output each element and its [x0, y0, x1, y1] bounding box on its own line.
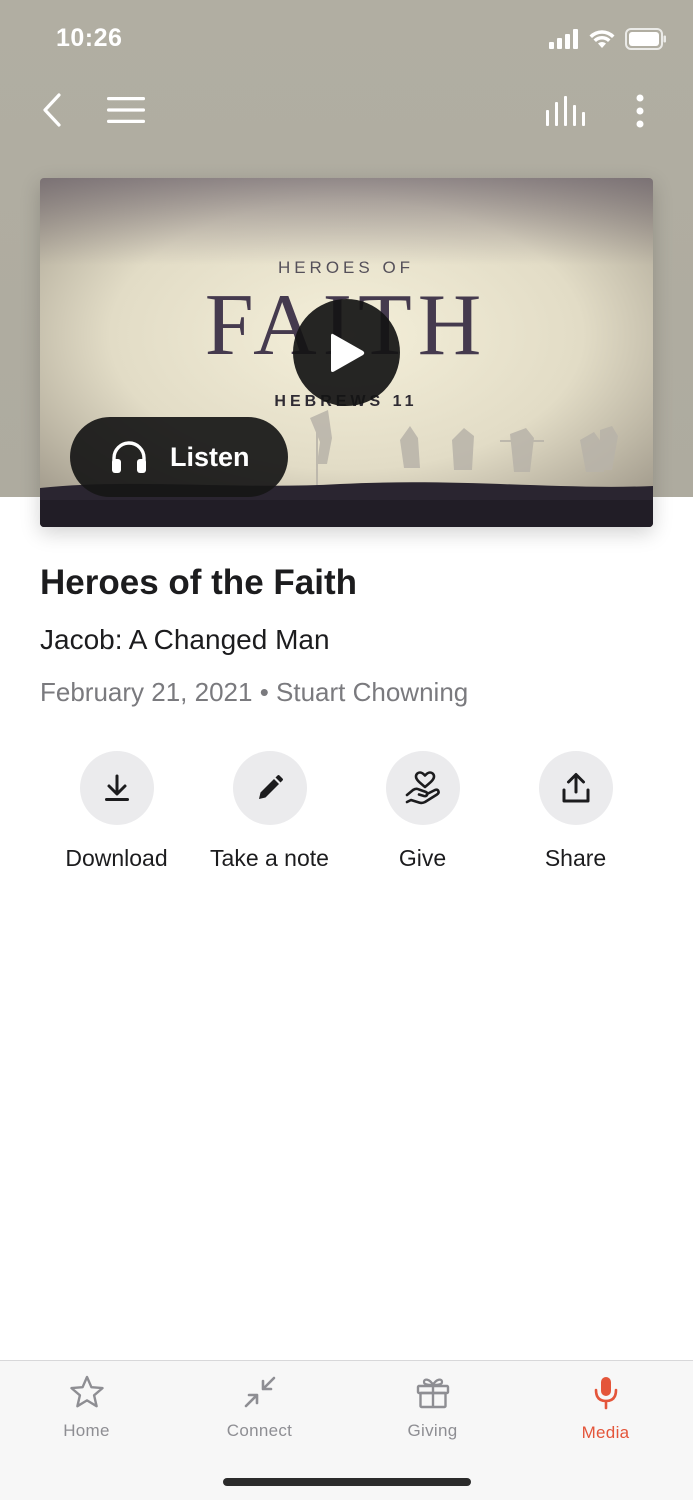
chevron-left-icon	[43, 93, 61, 127]
take-note-button-circle[interactable]	[232, 751, 307, 825]
share-icon	[562, 773, 589, 803]
audio-levels-icon	[546, 96, 585, 126]
give-heart-hand-icon	[405, 771, 440, 805]
take-note-label: Take a note	[210, 845, 329, 871]
listen-label: Listen	[170, 441, 250, 472]
sermon-artwork: HEROES OF FAITH HEBREWS 11 Listen	[40, 178, 653, 527]
wifi-icon	[589, 30, 615, 48]
back-button[interactable]	[30, 88, 74, 132]
tab-giving-label: Giving	[407, 1421, 458, 1440]
navigation-bar	[0, 78, 693, 144]
headphones-icon	[112, 441, 146, 473]
play-icon	[330, 333, 364, 372]
series-title: Heroes of the Faith	[40, 563, 357, 602]
artwork-kicker: HEROES OF	[278, 258, 414, 277]
share-label: Share	[544, 845, 607, 871]
sermon-title: Jacob: A Changed Man	[40, 624, 330, 655]
give-button-circle[interactable]	[385, 751, 460, 825]
more-options-button[interactable]	[620, 90, 660, 132]
download-button[interactable]: Download	[40, 751, 193, 872]
action-row: Download Take a note Give Share	[40, 751, 653, 881]
give-button[interactable]: Give	[346, 751, 499, 872]
tab-connect[interactable]: Connect	[173, 1375, 346, 1441]
home-indicator[interactable]	[223, 1478, 471, 1486]
tab-home-label: Home	[63, 1421, 110, 1440]
hamburger-menu-icon	[107, 97, 145, 123]
tab-giving[interactable]: Giving	[346, 1375, 519, 1441]
tab-home[interactable]: Home	[0, 1375, 173, 1441]
sermon-meta: February 21, 2021 • Stuart Chowning	[40, 677, 469, 707]
share-button-circle[interactable]	[538, 751, 613, 825]
microphone-icon	[594, 1377, 617, 1410]
battery-icon	[625, 28, 666, 50]
tab-media[interactable]: Media	[519, 1375, 692, 1443]
gift-icon	[416, 1378, 449, 1409]
star-icon	[69, 1375, 104, 1408]
give-label: Give	[398, 845, 447, 871]
tab-connect-label: Connect	[226, 1421, 293, 1440]
menu-button[interactable]	[104, 90, 148, 130]
share-button[interactable]: Share	[499, 751, 652, 872]
download-icon	[104, 774, 129, 801]
download-button-circle[interactable]	[79, 751, 154, 825]
cellular-signal-icon	[549, 29, 578, 49]
pencil-icon	[258, 775, 283, 799]
status-bar: 10:26	[0, 0, 693, 78]
connect-arrows-icon	[244, 1376, 275, 1408]
status-icons	[549, 28, 667, 50]
listen-button[interactable]: Listen	[70, 417, 288, 497]
play-button[interactable]	[293, 299, 400, 406]
status-time: 10:26	[56, 24, 123, 52]
more-vertical-icon	[636, 94, 644, 128]
take-note-button[interactable]: Take a note	[193, 751, 346, 872]
tab-media-label: Media	[581, 1423, 630, 1442]
download-label: Download	[65, 845, 168, 871]
audio-levels-button[interactable]	[543, 90, 589, 132]
